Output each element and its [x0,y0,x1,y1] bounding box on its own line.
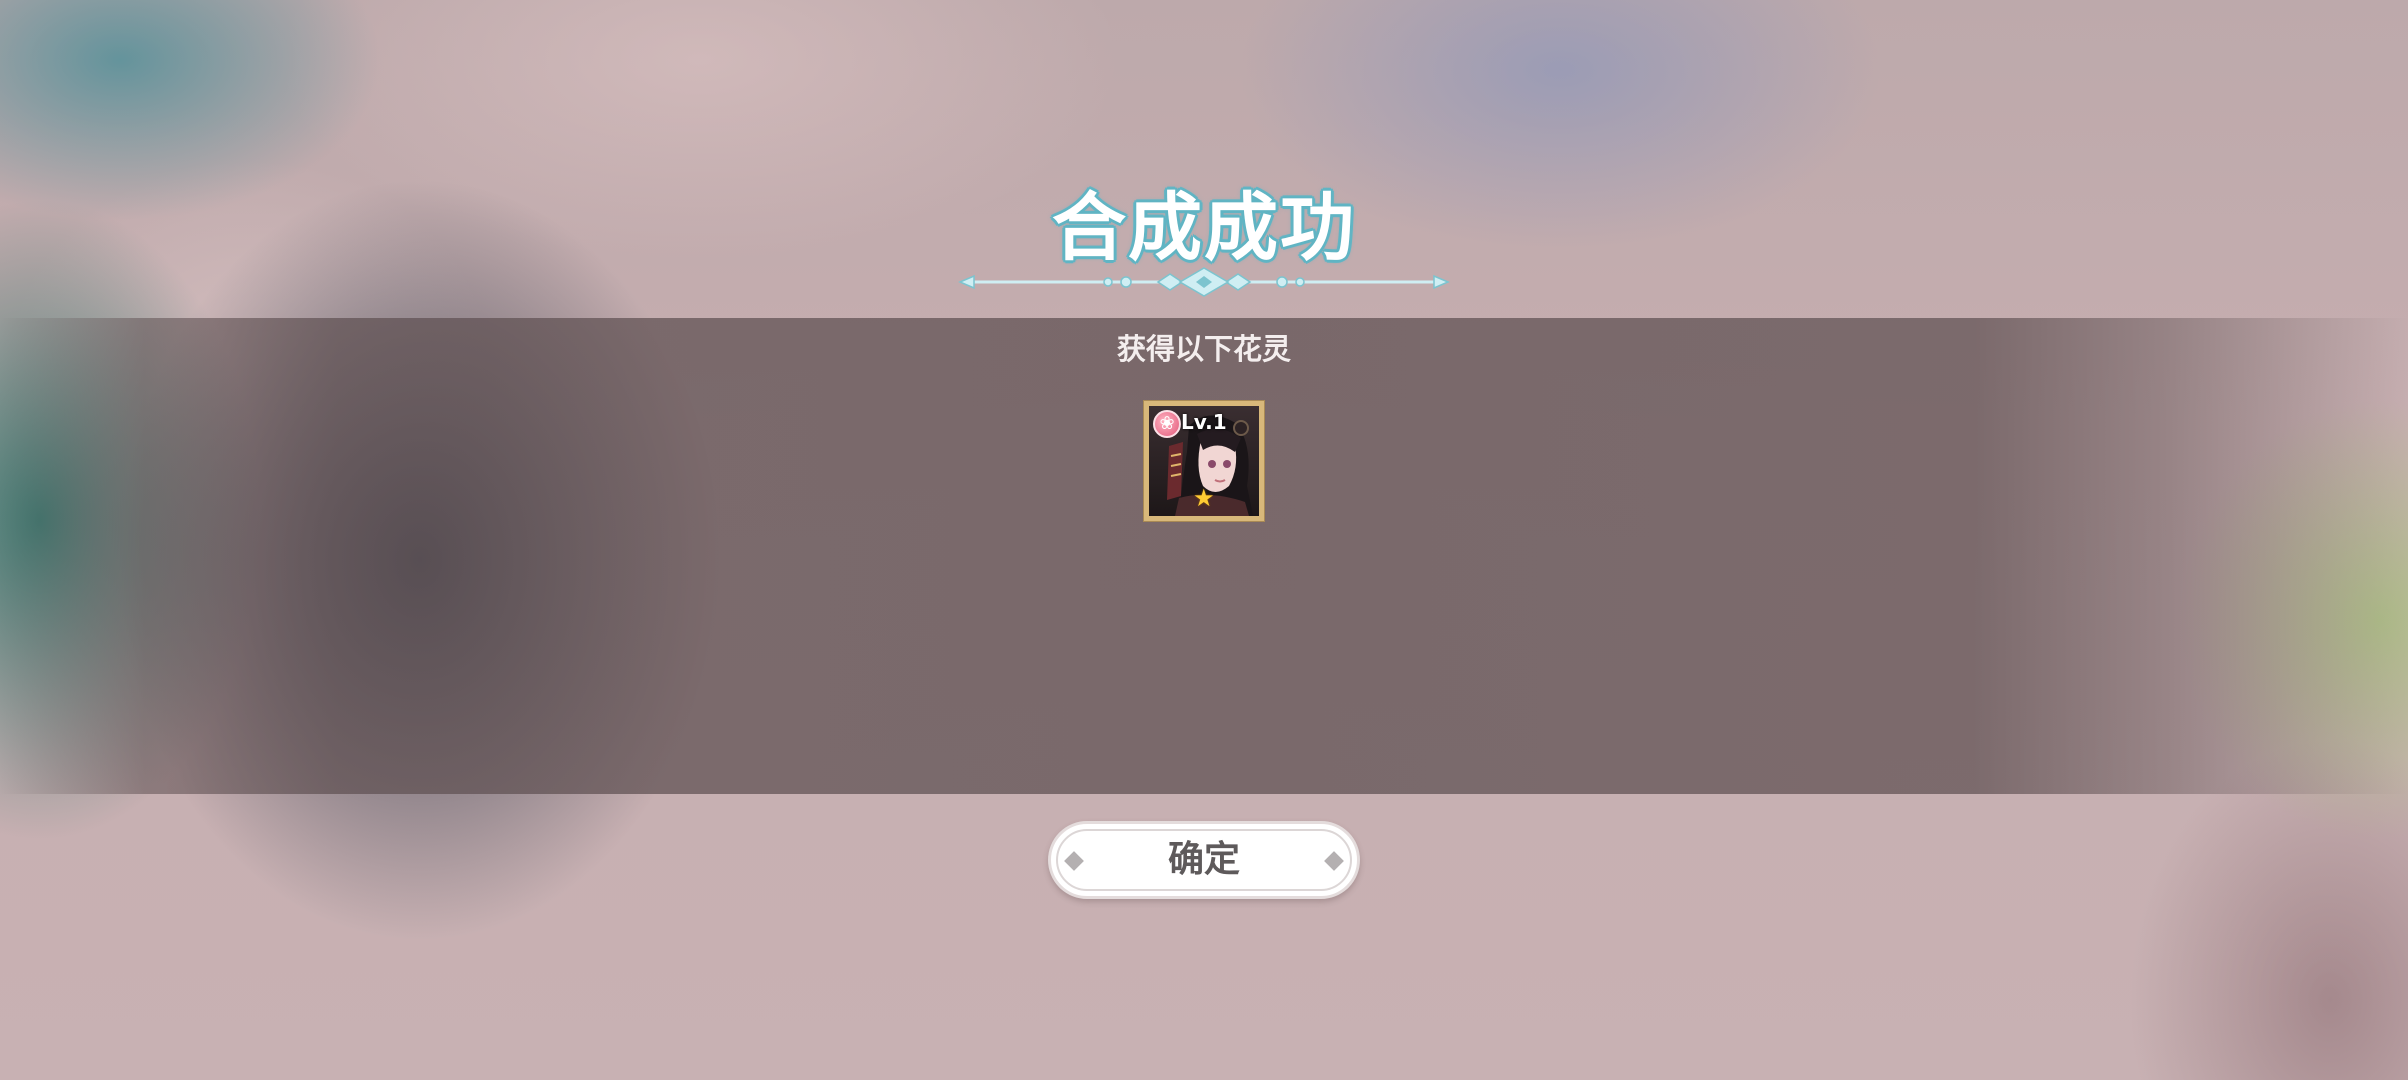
confirm-button[interactable]: 确定 [1048,821,1360,899]
title-divider-ornament [958,267,1450,297]
reward-character-card[interactable]: Lv.1 ★ [1144,401,1264,521]
result-panel-band [0,318,2408,794]
dialog-title: 合成成功 [1052,185,1356,271]
character-level: Lv.1 [1181,410,1227,434]
confirm-button-label: 确定 [1167,839,1240,880]
reward-subtitle: 获得以下花灵 [1116,332,1291,366]
flower-element-icon [1153,410,1181,438]
star-rating-icon: ★ [1193,484,1215,512]
